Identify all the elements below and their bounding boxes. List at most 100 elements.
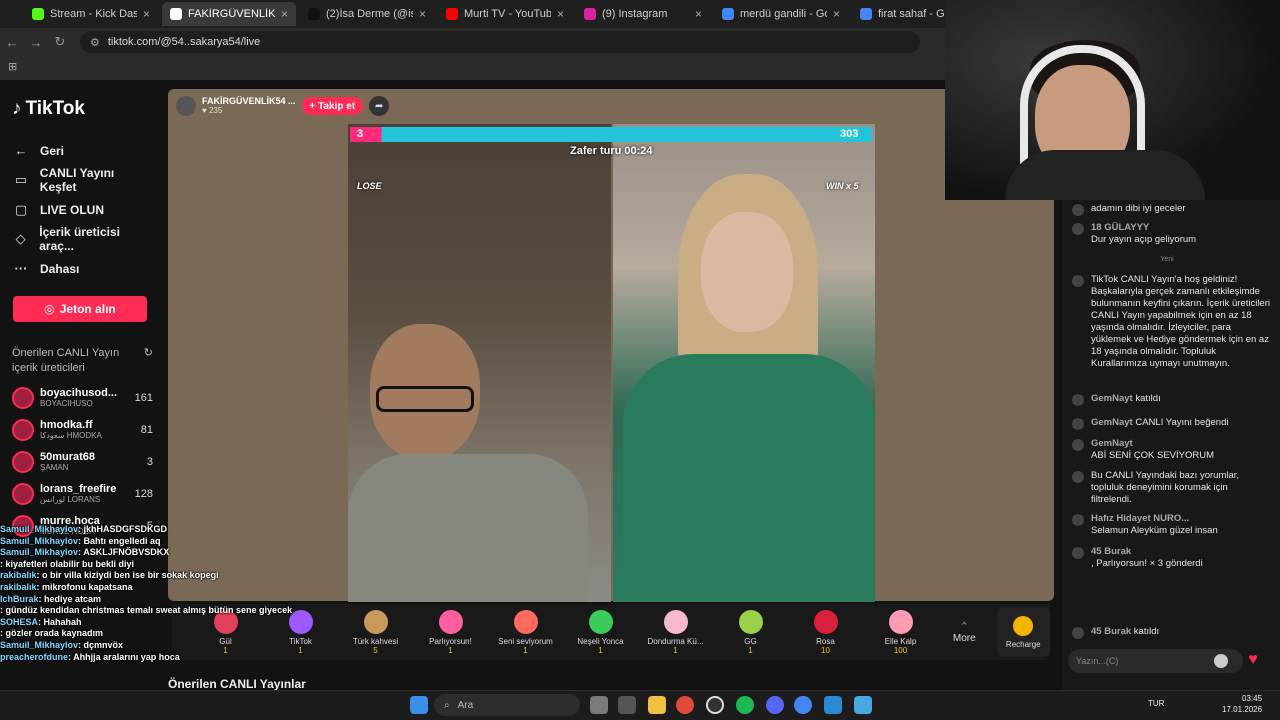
close-tab-icon[interactable]: × — [143, 7, 150, 21]
browser-tab[interactable]: (9) Instagram × — [576, 2, 710, 26]
app-icon[interactable] — [824, 696, 842, 714]
host-bar: FAKİRGÜVENLİK54 ... ♥ 235 + Takip et ➦ — [176, 95, 390, 117]
gift-item[interactable]: Rosa 10 — [788, 609, 863, 655]
system-clock[interactable]: 03:45 17.01.2026 — [1222, 693, 1262, 715]
refresh-icon[interactable]: ↻ — [144, 346, 153, 376]
chat-username[interactable]: GemNayt — [1091, 393, 1133, 404]
gift-item[interactable]: Türk kahvesi 5 — [338, 609, 413, 655]
browser-tab[interactable]: FAKİRGÜVENLİK × — [162, 2, 296, 26]
reload-icon[interactable]: ↻ — [48, 34, 72, 50]
store-icon[interactable] — [618, 696, 636, 714]
overlay-chat-user: rakibalık — [0, 581, 37, 592]
gift-price: 5 — [373, 645, 378, 655]
overlay-chat-user: Samuil_Mikhaylov — [0, 535, 79, 546]
chat-avatar-icon — [1072, 439, 1084, 451]
close-tab-icon[interactable]: × — [281, 7, 288, 21]
sidebar-item[interactable]: ← Geri — [12, 136, 153, 166]
chrome-icon[interactable] — [676, 696, 694, 714]
chrome-active-icon[interactable] — [794, 696, 812, 714]
chat-message-body: GemNayt katıldı — [1091, 393, 1270, 405]
overlay-chat-line: IchBurak: hediye atcam — [0, 594, 330, 606]
suggested-creator[interactable]: lorans_freefire لورانس LORANS 128 — [12, 478, 153, 510]
chat-username[interactable]: GemNayt — [1091, 417, 1133, 428]
close-tab-icon[interactable]: × — [833, 7, 840, 21]
gift-item[interactable]: Neşeli Yonca 1 — [563, 609, 638, 655]
sidebar-item[interactable]: ◇ İçerik üreticisi araç... — [12, 225, 153, 255]
gift-item[interactable]: Dondurma Kü... 1 — [638, 609, 713, 655]
overlay-chat-text: : jkhHASDGFSDKGD — [78, 524, 168, 534]
more-gifts-button[interactable]: ⌃ More — [942, 620, 987, 644]
chat-message: 18 GÜLAYYY Dur yayın açıp geliyorum — [1072, 222, 1270, 246]
heart-icon[interactable]: ♥ — [1243, 650, 1263, 670]
windows-start-icon[interactable] — [410, 696, 428, 714]
obs-icon[interactable] — [706, 696, 724, 714]
follow-button[interactable]: + Takip et — [301, 97, 364, 115]
suggested-creator[interactable]: boyacihusod... BOYACIHUSO 161 — [12, 382, 153, 414]
creator-name: boyacihusod... — [40, 387, 118, 399]
sidebar-item[interactable]: ··· Dahası — [12, 254, 153, 284]
creator-info: hmodka.ff سعودكا HMODKA — [40, 419, 102, 440]
sidebar-item[interactable]: ▭ CANLI Yayını Keşfet — [12, 166, 153, 196]
chat-username[interactable]: Hafız Hidayet NURO... — [1091, 513, 1189, 524]
chat-username[interactable]: 45 Burak — [1091, 546, 1131, 557]
overlay-chat-line: Samuil_Mikhaylov: dçmnvöx — [0, 640, 330, 652]
browser-tab[interactable]: merdü gandili - Google'd × — [714, 2, 848, 26]
recharge-button[interactable]: Recharge — [996, 607, 1050, 657]
overlay-chat-text: : Ahhjja aralarını yap hoca — [68, 651, 180, 662]
headphones — [1020, 45, 1145, 165]
chat-message: Hafız Hidayet NURO... Selamun Aleyküm güz… — [1072, 513, 1270, 537]
browser-tab[interactable]: Stream - Kick Dashboard × — [24, 2, 158, 26]
chat-message: GemNayt CANLI Yayını beğendi — [1072, 417, 1270, 430]
site-info-icon[interactable]: ⚙ — [90, 36, 100, 49]
browser-tab[interactable]: Murti TV - YouTube × — [438, 2, 572, 26]
share-icon[interactable]: ➦ — [369, 96, 390, 116]
suggested-creator[interactable]: 50murat68 ŞAMAN 3 — [12, 446, 153, 478]
sidebar-item[interactable]: ▢ LIVE OLUN — [12, 195, 153, 225]
browser-tab[interactable]: (2)İsa Derme (@isaderme × — [300, 2, 434, 26]
gift-price: 1 — [448, 645, 453, 655]
gift-item[interactable]: Parlıyorsun! 1 — [413, 609, 488, 655]
forward-icon[interactable]: → — [24, 35, 48, 50]
apps-icon[interactable]: ⊞ — [8, 60, 17, 73]
get-coins-button[interactable]: ◎ Jeton alın — [13, 295, 147, 322]
chat-message: GemNayt ABİ SENİ ÇOK SEVİYORUM — [1072, 438, 1270, 462]
chat-message-body: GemNayt CANLI Yayını beğendi — [1091, 417, 1270, 429]
suggested-creator[interactable]: hmodka.ff سعودكا HMODKA 81 — [12, 414, 153, 446]
back-icon[interactable]: ← — [0, 35, 24, 50]
file-explorer-icon[interactable] — [590, 696, 608, 714]
taskbar-search[interactable]: ⌕ Ara — [434, 694, 580, 716]
discord-icon[interactable] — [766, 696, 784, 714]
host-name: FAKİRGÜVENLİK54 ... — [202, 96, 296, 106]
notepad-icon[interactable] — [854, 696, 872, 714]
tab-label: FAKİRGÜVENLİK — [188, 8, 275, 20]
lightbulb-icon: ◇ — [15, 231, 26, 247]
chat-text: katıldı — [1133, 626, 1160, 637]
tiktok-note-icon: ♪ — [12, 98, 22, 119]
gift-item[interactable]: GG 1 — [713, 609, 788, 655]
gift-icon — [588, 609, 613, 634]
chat-text: adamın dibi iyi geceler — [1091, 203, 1186, 214]
host-avatar[interactable] — [176, 96, 196, 116]
language-indicator[interactable]: TUR — [1148, 699, 1164, 708]
folder-icon[interactable] — [648, 696, 666, 714]
url-input[interactable]: ⚙ tiktok.com/@54..sakarya54/live — [80, 31, 920, 53]
close-tab-icon[interactable]: × — [419, 7, 426, 21]
spotify-icon[interactable] — [736, 696, 754, 714]
close-tab-icon[interactable]: × — [695, 7, 702, 21]
right-person — [701, 212, 793, 332]
streamer-body — [1005, 150, 1205, 200]
emoji-icon[interactable] — [1214, 654, 1228, 668]
close-tab-icon[interactable]: × — [557, 7, 564, 21]
chat-username[interactable]: 18 GÜLAYYY — [1091, 222, 1149, 233]
left-video — [348, 124, 611, 602]
overlay-chat-line: preacherofdune: Ahhjja aralarını yap hoc… — [0, 652, 330, 664]
chat-username[interactable]: 45 Burak — [1091, 626, 1131, 637]
gift-item[interactable]: Seni seviyorum 1 — [488, 609, 563, 655]
chat-username[interactable]: GemNayt — [1091, 438, 1133, 449]
left-shirt — [348, 454, 588, 602]
tiktok-logo[interactable]: ♪ TikTok — [12, 98, 153, 120]
avatar — [12, 482, 34, 505]
right-video — [613, 124, 875, 602]
host-info[interactable]: FAKİRGÜVENLİK54 ... ♥ 235 — [202, 96, 296, 116]
gift-item[interactable]: Elle Kalp 100 — [863, 609, 938, 655]
